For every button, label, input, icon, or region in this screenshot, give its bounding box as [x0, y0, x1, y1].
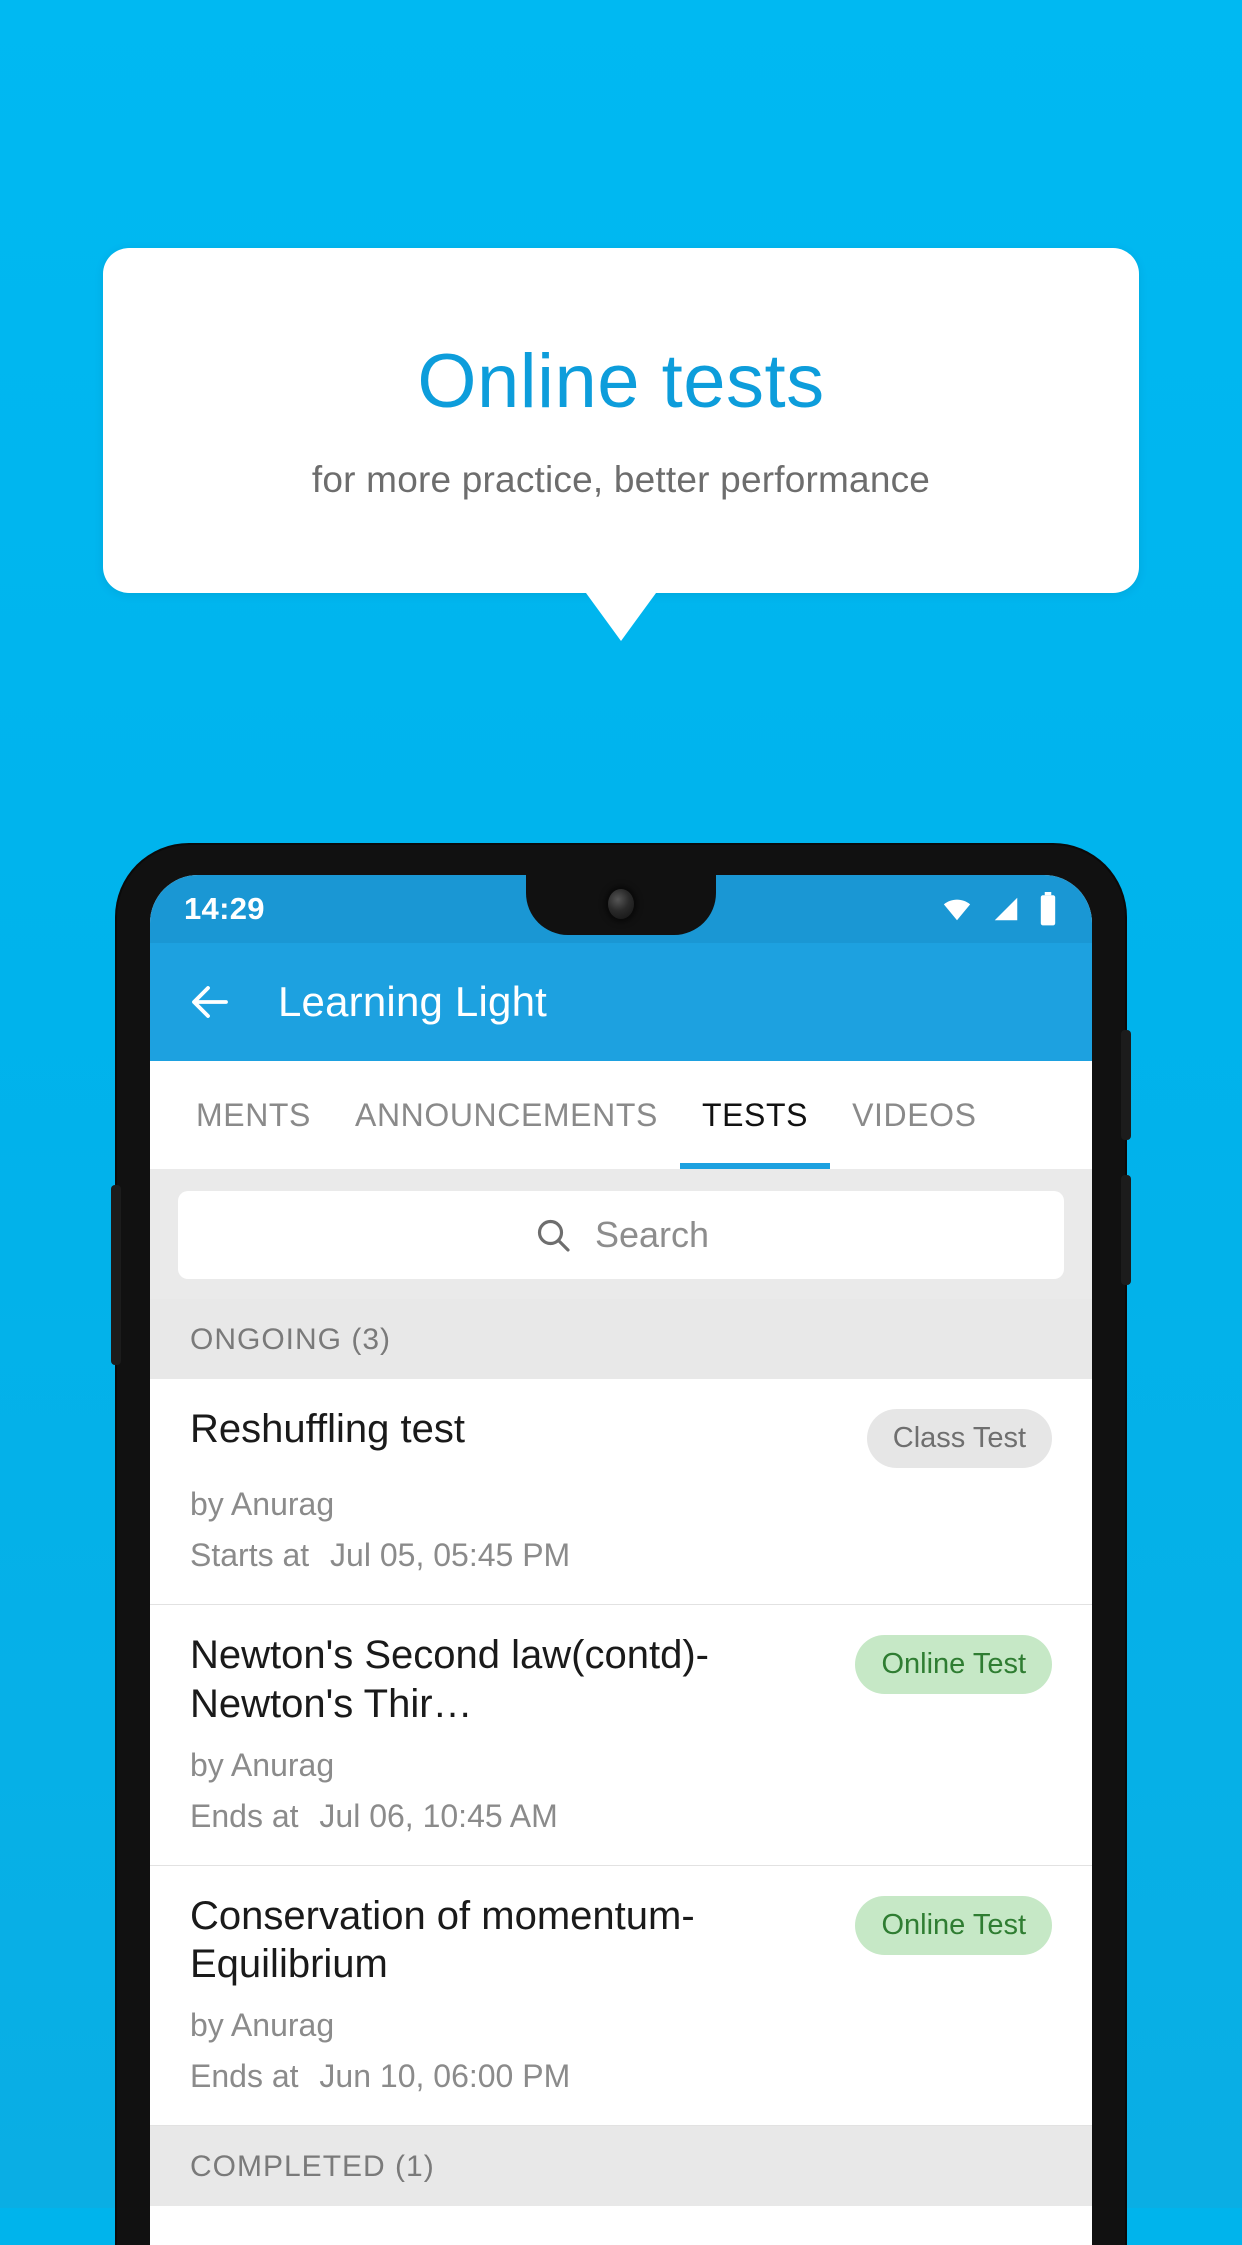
schedule-label: Starts at: [190, 1537, 310, 1573]
promo-subtitle: for more practice, better performance: [311, 459, 931, 501]
status-badge: Online Test: [855, 1635, 1052, 1694]
status-badge: Online Test: [855, 1895, 1052, 1955]
phone-screen: 14:29 Learning Light MENTS ANNOUNCEMENTS…: [150, 875, 1092, 2245]
test-author: by Anurag: [190, 1486, 335, 1522]
wifi-icon: [943, 899, 971, 921]
app-bar: Learning Light: [150, 943, 1092, 1061]
test-list-item[interactable]: Reshuffling test Class Test by Anurag St…: [150, 1379, 1092, 1605]
section-header-completed: COMPLETED (1): [150, 2126, 1092, 2207]
schedule-label: Ends at: [190, 2058, 299, 2095]
test-list-item[interactable]: Newton's Second law(contd)-Newton's Thir…: [150, 1605, 1092, 1866]
search-placeholder: Search: [594, 1214, 710, 1255]
promo-callout: Online tests for more practice, better p…: [103, 248, 1139, 593]
power-button[interactable]: [111, 1185, 121, 1365]
section-header-ongoing: ONGOING (3): [150, 1299, 1092, 1379]
schedule-value: Jul 05, 05:45 PM: [330, 1537, 571, 1573]
phone-mockup: 14:29 Learning Light MENTS ANNOUNCEMENTS…: [111, 845, 1131, 2245]
schedule-value: Jul 06, 10:45 AM: [319, 1797, 558, 1834]
status-bar: 14:29: [150, 875, 1092, 943]
app-title: Learning Light: [278, 978, 548, 1025]
schedule-label: Ends at: [190, 1797, 299, 1834]
tab-announcements[interactable]: ANNOUNCEMENTS: [333, 1061, 680, 1169]
test-title: Newton's Second law(contd)-Newton's Thir…: [190, 1633, 709, 1726]
back-arrow-icon[interactable]: [186, 978, 234, 1026]
tab-ments[interactable]: MENTS: [174, 1061, 333, 1169]
promo-title: Online tests: [417, 338, 825, 424]
phone-notch: [526, 875, 716, 935]
front-camera: [608, 889, 634, 919]
test-list-item[interactable]: Conservation of momentum-Equilibrium Onl…: [150, 1865, 1092, 2127]
test-title: Reshuffling test: [190, 1407, 465, 1451]
test-schedule: Ends at Jun 10, 06:00 PM: [190, 2058, 1052, 2095]
search-icon: [537, 1219, 570, 1252]
search-input[interactable]: Search: [178, 1191, 1064, 1279]
status-time: 14:29: [184, 891, 265, 926]
search-bar-container: Search: [150, 1169, 1092, 1299]
test-author: by Anurag: [190, 2007, 335, 2044]
tab-videos[interactable]: VIDEOS: [830, 1061, 999, 1169]
tab-bar: MENTS ANNOUNCEMENTS TESTS VIDEOS: [150, 1061, 1092, 1169]
schedule-value: Jun 10, 06:00 PM: [319, 2058, 571, 2095]
volume-down-button[interactable]: [1121, 1175, 1131, 1285]
battery-icon: [1040, 892, 1056, 926]
test-title: Conservation of momentum-Equilibrium: [190, 1893, 695, 1987]
item-header-row: Newton's Second law(contd)-Newton's Thir…: [190, 1631, 1052, 1729]
callout-tail: [586, 593, 656, 641]
item-header-row: Reshuffling test Class Test: [190, 1405, 1052, 1468]
tab-tests[interactable]: TESTS: [679, 1061, 831, 1169]
item-header-row: Conservation of momentum-Equilibrium Onl…: [190, 1892, 1052, 1990]
volume-up-button[interactable]: [1121, 1030, 1131, 1140]
status-badge: Class Test: [866, 1409, 1052, 1468]
test-schedule: Starts at Jul 05, 05:45 PM: [190, 1537, 1052, 1574]
signal-icon: [994, 897, 1018, 921]
test-schedule: Ends at Jul 06, 10:45 AM: [190, 1798, 1052, 1835]
test-author: by Anurag: [190, 1746, 335, 1783]
status-icons: [940, 892, 1058, 926]
